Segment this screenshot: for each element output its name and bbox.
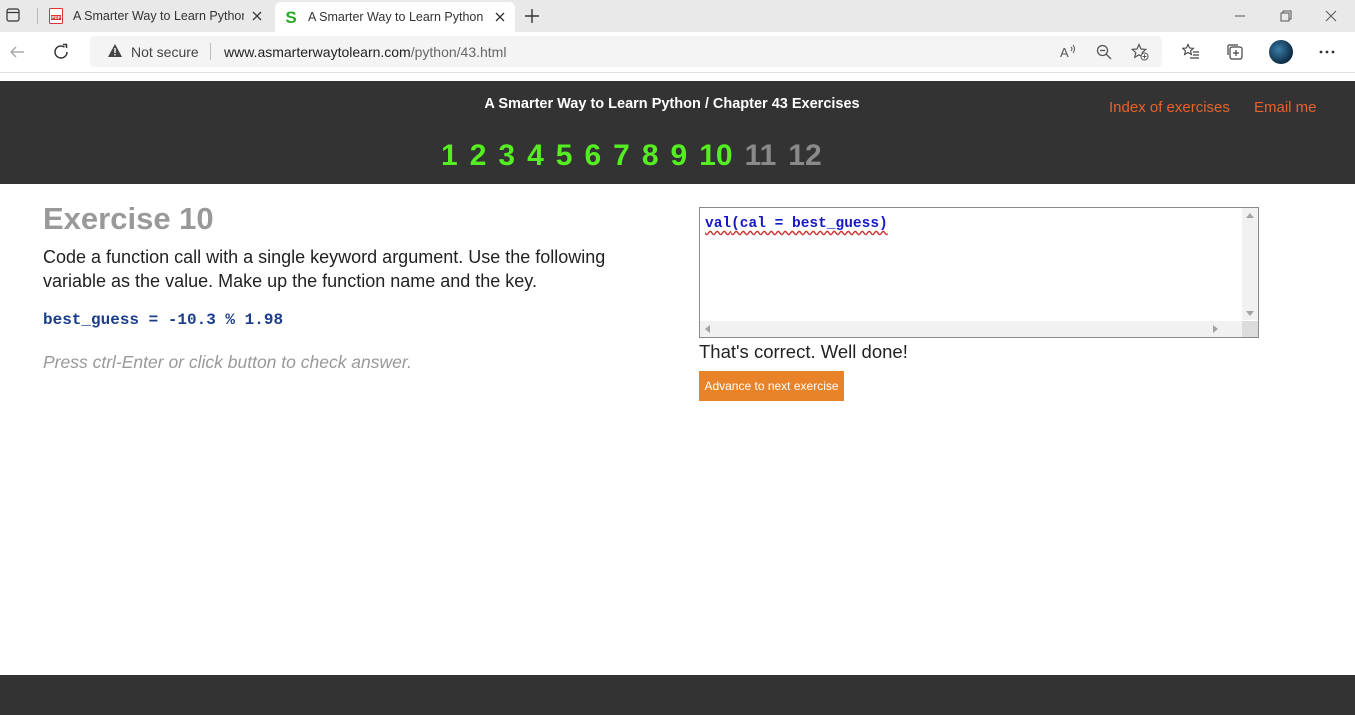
exercise-link-6[interactable]: 6 [584, 139, 601, 173]
exercise-link-9[interactable]: 9 [671, 139, 688, 173]
exercise-nav: 1 2 3 4 5 6 7 8 9 10 11 12 [441, 139, 834, 173]
close-window-icon[interactable] [1321, 6, 1341, 26]
email-me-link[interactable]: Email me [1254, 99, 1317, 116]
exercise-description: Code a function call with a single keywo… [43, 247, 606, 291]
close-icon[interactable] [250, 9, 264, 23]
svg-text:A: A [1060, 45, 1069, 60]
favorites-icon[interactable] [1180, 41, 1202, 63]
exercise-title: Exercise 10 [43, 201, 214, 236]
s-logo-icon: S [283, 9, 299, 25]
exercise-link-12[interactable]: 12 [788, 139, 821, 173]
address-bar: Not secure www.asmarterwaytolearn.com/py… [0, 32, 1355, 73]
exercise-link-4[interactable]: 4 [527, 139, 544, 173]
tab-title: A Smarter Way to Learn Python - [308, 10, 487, 24]
back-icon[interactable] [6, 41, 28, 63]
exercise-link-8[interactable]: 8 [642, 139, 659, 173]
url-text[interactable]: www.asmarterwaytolearn.com/python/43.htm… [224, 44, 506, 60]
scrollbar-corner [1242, 321, 1258, 337]
warning-icon[interactable] [107, 43, 123, 63]
scroll-right-icon[interactable] [1213, 325, 1218, 333]
result-message: That's correct. Well done! [699, 341, 908, 362]
site-header: A Smarter Way to Learn Python / Chapter … [0, 81, 1355, 184]
read-aloud-icon[interactable]: A [1058, 42, 1078, 62]
omnibox[interactable]: Not secure www.asmarterwaytolearn.com/py… [90, 36, 1162, 67]
close-icon[interactable] [493, 10, 507, 24]
pdf-icon: PDF [48, 8, 64, 24]
exercise-link-2[interactable]: 2 [470, 139, 487, 173]
profile-avatar[interactable] [1269, 40, 1293, 64]
zoom-out-icon[interactable] [1094, 42, 1114, 62]
minimize-icon[interactable] [1230, 6, 1250, 26]
tab-actions-icon[interactable] [4, 6, 22, 24]
svg-text:S: S [285, 9, 296, 25]
exercise-link-3[interactable]: 3 [498, 139, 515, 173]
index-of-exercises-link[interactable]: Index of exercises [1109, 99, 1230, 116]
scroll-up-icon[interactable] [1246, 213, 1254, 218]
scroll-down-icon[interactable] [1246, 311, 1254, 316]
exercise-link-1[interactable]: 1 [441, 139, 458, 173]
tab-title: A Smarter Way to Learn Python - [73, 9, 244, 23]
security-label[interactable]: Not secure [131, 44, 199, 60]
exercise-link-10[interactable]: 10 [699, 139, 732, 173]
scroll-left-icon[interactable] [705, 325, 710, 333]
new-tab-icon[interactable] [523, 7, 541, 25]
exercise-link-11[interactable]: 11 [745, 139, 777, 173]
tab-active[interactable]: S A Smarter Way to Learn Python - [275, 2, 515, 32]
exercise-link-5[interactable]: 5 [556, 139, 573, 173]
tab-bar: PDF A Smarter Way to Learn Python - S A … [0, 0, 1355, 32]
collections-icon[interactable] [1224, 41, 1246, 63]
tab-separator [37, 8, 38, 24]
exercise-code: best_guess = -10.3 % 1.98 [43, 311, 284, 329]
site-footer [0, 675, 1355, 715]
code-arguments: (cal = best_guess) [731, 216, 888, 232]
restore-icon[interactable] [1276, 6, 1296, 26]
divider [210, 43, 211, 60]
code-editor[interactable]: val(cal = best_guess) [699, 207, 1259, 338]
editor-code[interactable]: val(cal = best_guess) [705, 216, 888, 232]
add-favorite-icon[interactable] [1130, 42, 1150, 62]
exercise-link-7[interactable]: 7 [613, 139, 630, 173]
code-function-name: val [705, 216, 732, 232]
url-path: /python/43.html [410, 44, 507, 60]
advance-button[interactable]: Advance to next exercise [699, 371, 844, 401]
tab-pdf[interactable]: PDF A Smarter Way to Learn Python - [40, 0, 272, 32]
refresh-icon[interactable] [50, 41, 72, 63]
svg-text:PDF: PDF [52, 15, 61, 20]
exercise-hint: Press ctrl-Enter or click button to chec… [43, 352, 412, 372]
horizontal-scrollbar[interactable] [700, 321, 1242, 337]
vertical-scrollbar[interactable] [1242, 208, 1258, 320]
url-host: www.asmarterwaytolearn.com [224, 44, 411, 60]
more-menu-icon[interactable] [1316, 41, 1338, 63]
